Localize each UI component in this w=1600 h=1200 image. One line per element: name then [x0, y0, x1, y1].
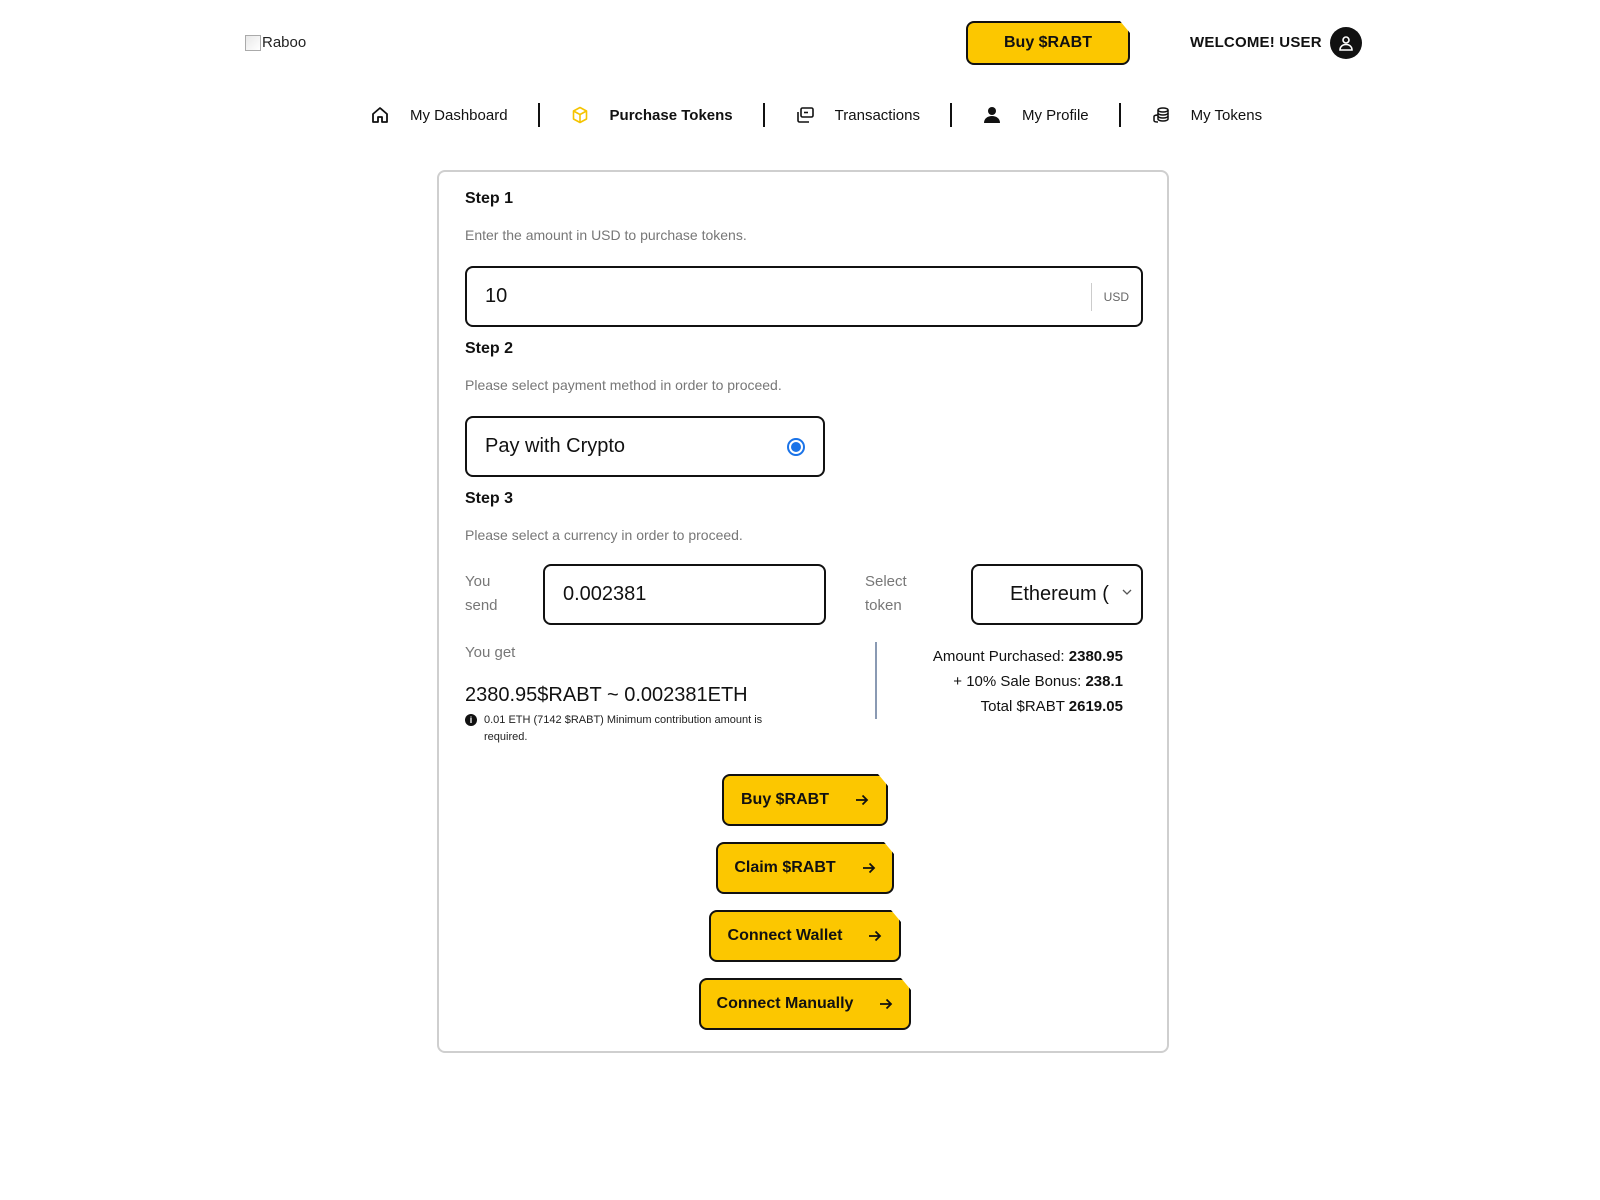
purchase-card: Step 1 Enter the amount in USD to purcha… [437, 170, 1169, 1053]
sale-bonus-row: + 10% Sale Bonus: 238.1 [933, 669, 1123, 694]
connect-manually-button[interactable]: Connect Manually [699, 978, 911, 1030]
step1-description: Enter the amount in USD to purchase toke… [465, 227, 747, 243]
arrow-right-icon [855, 794, 869, 806]
nav-label: My Profile [1021, 106, 1089, 124]
nav-item-my-tokens[interactable]: My Tokens [1121, 100, 1292, 130]
chevron-down-icon [1122, 589, 1132, 595]
nav-label: Purchase Tokens [609, 106, 733, 124]
amount-purchased-label: Amount Purchased: [932, 648, 1065, 665]
arrow-right-icon [862, 862, 876, 874]
step3-description: Please select a currency in order to pro… [465, 527, 743, 543]
you-get-label: You get [465, 644, 516, 661]
coins-icon [1151, 105, 1171, 125]
amount-purchased-row: Amount Purchased: 2380.95 [933, 644, 1123, 669]
usd-amount-input[interactable] [467, 268, 1091, 325]
sale-bonus-value: 238.1 [1085, 673, 1123, 690]
select-token-label: Select token [865, 570, 907, 618]
welcome-text: WELCOME! USER [1190, 34, 1322, 51]
total-rabt-value: 2619.05 [1068, 698, 1123, 715]
send-amount-input[interactable] [545, 566, 824, 623]
you-send-label-line2: send [465, 597, 498, 614]
you-get-value: 2380.95$RABT ~ 0.002381ETH [465, 684, 748, 706]
user-avatar[interactable] [1330, 27, 1362, 59]
nav-label: My Tokens [1190, 106, 1263, 124]
nav-item-profile[interactable]: My Profile [952, 100, 1119, 130]
arrow-right-icon [879, 998, 893, 1010]
connect-wallet-button[interactable]: Connect Wallet [709, 910, 901, 962]
nav-item-transactions[interactable]: Transactions [765, 100, 950, 130]
nav-item-dashboard[interactable]: My Dashboard [370, 100, 538, 130]
summary-divider [875, 642, 877, 719]
step2-title: Step 2 [465, 340, 514, 357]
you-send-label-line1: You [465, 573, 491, 590]
payment-method-label: Pay with Crypto [485, 435, 626, 457]
sale-bonus-label: + 10% Sale Bonus: [953, 673, 1082, 690]
claim-rabt-label: Claim $RABT [734, 859, 836, 876]
transactions-icon [795, 105, 815, 125]
user-icon [1339, 36, 1353, 51]
payment-radio[interactable] [787, 437, 805, 456]
minimum-contribution-note: i 0.01 ETH (7142 $RABT) Minimum contribu… [465, 712, 795, 746]
send-amount-field[interactable] [543, 564, 826, 625]
user-icon [982, 105, 1002, 125]
logo-alt-text: Raboo [262, 34, 307, 51]
main-nav: My Dashboard Purchase Tokens Transaction… [370, 100, 1292, 130]
minimum-contribution-text: 0.01 ETH (7142 $RABT) Minimum contributi… [484, 714, 763, 743]
header-buy-button[interactable]: Buy $RABT [966, 21, 1130, 65]
connect-manually-label: Connect Manually [716, 995, 854, 1012]
nav-item-purchase-tokens[interactable]: Purchase Tokens [540, 100, 763, 130]
info-icon: i [465, 714, 477, 726]
claim-rabt-button[interactable]: Claim $RABT [716, 842, 894, 894]
pay-with-crypto-option[interactable]: Pay with Crypto [465, 416, 825, 477]
purchase-summary: Amount Purchased: 2380.95 + 10% Sale Bon… [933, 644, 1123, 719]
cube-icon [570, 105, 590, 125]
token-select-value: Ethereum (ETH) [1010, 583, 1110, 605]
arrow-right-icon [868, 930, 882, 942]
step3-title: Step 3 [465, 490, 514, 507]
broken-image-icon [245, 34, 261, 51]
buy-rabt-label: Buy $RABT [740, 791, 829, 808]
total-rabt-row: Total $RABT 2619.05 [933, 694, 1123, 719]
usd-amount-field[interactable]: USD [465, 266, 1143, 327]
select-token-label-line2: token [865, 597, 902, 614]
logo[interactable]: Raboo [245, 34, 306, 51]
nav-label: Transactions [834, 106, 920, 124]
total-rabt-label: Total $RABT [980, 698, 1065, 715]
connect-wallet-label: Connect Wallet [727, 927, 843, 944]
token-select[interactable]: Ethereum (ETH) [971, 564, 1143, 625]
nav-label: My Dashboard [410, 106, 508, 124]
amount-purchased-value: 2380.95 [1068, 648, 1123, 665]
usd-unit-label: USD [1103, 289, 1129, 304]
step2-description: Please select payment method in order to… [465, 377, 782, 393]
step1-title: Step 1 [465, 190, 514, 207]
you-send-label: You send [465, 570, 498, 618]
home-icon [370, 105, 390, 125]
buy-rabt-button[interactable]: Buy $RABT [722, 774, 888, 826]
radio-selected-dot [791, 441, 801, 452]
select-token-label-line1: Select [865, 573, 907, 590]
